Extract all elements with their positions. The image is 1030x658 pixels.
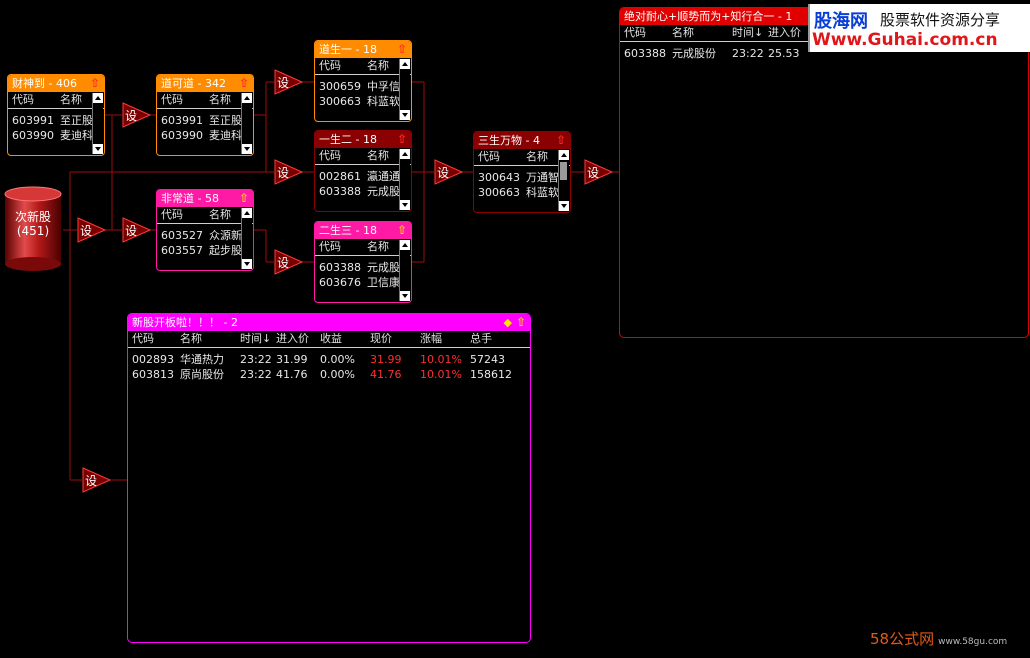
col-entry-price[interactable]: 进入价	[764, 25, 812, 41]
col-volume[interactable]: 总手	[466, 331, 522, 347]
panel-final[interactable]: 绝对耐心+顺势而为+知行合一 - 1 代码 名称 时间↓ 进入价 603388 元成股份…	[619, 7, 1029, 338]
scroll-down-icon[interactable]	[400, 291, 410, 301]
panel-title[interactable]: 财神到 - 406 ⇧	[8, 75, 104, 92]
col-code[interactable]: 代码	[474, 149, 522, 165]
up-arrow-icon[interactable]: ⇧	[397, 222, 407, 239]
scroll-down-icon[interactable]	[400, 200, 410, 210]
scroll-up-icon[interactable]	[242, 93, 252, 103]
col-code[interactable]: 代码	[157, 207, 205, 223]
scroll-up-icon[interactable]	[93, 93, 103, 103]
set-node-4[interactable]: 设	[82, 467, 112, 493]
col-price[interactable]: 现价	[366, 331, 416, 347]
col-code[interactable]: 代码	[620, 25, 668, 41]
scroll-down-icon[interactable]	[242, 144, 252, 154]
col-profit[interactable]: 收益	[316, 331, 366, 347]
table-row[interactable]: 603991 至正股	[157, 113, 253, 128]
panel-newstock[interactable]: 新股开板啦！！！ - 2 ◆ ⇧ 代码 名称 时间↓ 进入价 收益 现价 涨幅 总手…	[127, 313, 531, 643]
table-row[interactable]: 300643 万通智	[474, 170, 570, 185]
up-arrow-icon[interactable]: ⇧	[239, 190, 249, 207]
set-node-6[interactable]: 设	[274, 159, 304, 185]
panel-feichangdao[interactable]: 非常道 - 58 ⇧ 代码 名称 603527 众源新 603557 起步股	[156, 189, 254, 271]
panel-sansheng[interactable]: 三生万物 - 4 ⇧ 代码 名称 300643 万通智 300663 科蓝软	[473, 131, 571, 213]
table-row[interactable]: 603557 起步股	[157, 243, 253, 258]
scroll-up-icon[interactable]	[559, 150, 569, 160]
panel-title[interactable]: 道可道 - 342 ⇧	[157, 75, 253, 92]
up-arrow-icon[interactable]: ⇧	[397, 131, 407, 148]
scroll-down-icon[interactable]	[559, 201, 569, 211]
col-entry-price[interactable]: 进入价	[272, 331, 316, 347]
scroll-down-icon[interactable]	[93, 144, 103, 154]
table-row[interactable]: 002861 瀛通通	[315, 169, 411, 184]
panel-daoshengyi[interactable]: 道生一 - 18 ⇧ 代码 名称 300659 中孚信 300663 科蓝软	[314, 40, 412, 122]
scrollbar[interactable]	[241, 93, 252, 154]
scrollbar[interactable]	[399, 59, 410, 120]
panel-ershengsan[interactable]: 二生三 - 18 ⇧ 代码 名称 603388 元成股 603676 卫信康	[314, 221, 412, 303]
col-time[interactable]: 时间↓	[728, 25, 764, 41]
table-row[interactable]: 603388 元成股	[315, 184, 411, 199]
set-node-1[interactable]: 设	[77, 217, 107, 243]
table-row[interactable]: 603990 麦迪科	[8, 128, 104, 143]
table-row[interactable]: 603990 麦迪科	[157, 128, 253, 143]
set-node-5[interactable]: 设	[274, 69, 304, 95]
up-arrow-icon[interactable]: ⇧	[556, 132, 566, 149]
col-time[interactable]: 时间↓	[236, 331, 272, 347]
source-cylinder[interactable]: 次新股 (451)	[3, 186, 63, 272]
panel-yishenger[interactable]: 一生二 - 18 ⇧ 代码 名称 002861 瀛通通 603388 元成股	[314, 130, 412, 212]
scrollbar[interactable]	[399, 149, 410, 210]
table-row[interactable]: 300663 科蓝软	[315, 94, 411, 109]
table-row[interactable]: 002893 华通热力 23:22 31.99 0.00% 31.99 10.0…	[128, 352, 530, 367]
table-row[interactable]: 603388 元成股	[315, 260, 411, 275]
panel-title[interactable]: 一生二 - 18 ⇧	[315, 131, 411, 148]
scroll-up-icon[interactable]	[400, 149, 410, 159]
table-row[interactable]: 603991 至正股	[8, 113, 104, 128]
panel-daokedao[interactable]: 道可道 - 342 ⇧ 代码 名称 603991 至正股 603990 麦迪科	[156, 74, 254, 156]
scroll-up-icon[interactable]	[400, 240, 410, 250]
col-name[interactable]: 名称	[176, 331, 236, 347]
panel-title[interactable]: 新股开板啦！！！ - 2 ◆ ⇧	[128, 314, 530, 331]
set-node-2[interactable]: 设	[122, 102, 152, 128]
set-node-9[interactable]: 设	[584, 159, 614, 185]
panel-title[interactable]: 二生三 - 18 ⇧	[315, 222, 411, 239]
col-name[interactable]: 名称	[668, 25, 728, 41]
up-arrow-icon[interactable]: ⇧	[239, 75, 249, 92]
table-row[interactable]: 300663 科蓝软	[474, 185, 570, 200]
col-change[interactable]: 涨幅	[416, 331, 466, 347]
col-code[interactable]: 代码	[128, 331, 176, 347]
set-node-8[interactable]: 设	[434, 159, 464, 185]
up-arrow-icon[interactable]: ⇧	[397, 41, 407, 58]
scroll-thumb[interactable]	[560, 162, 567, 180]
table-row[interactable]: 300659 中孚信	[315, 79, 411, 94]
panel-title[interactable]: 道生一 - 18 ⇧	[315, 41, 411, 58]
table-row[interactable]: 603676 卫信康	[315, 275, 411, 290]
panel-title[interactable]: 三生万物 - 4 ⇧	[474, 132, 570, 149]
scrollbar[interactable]	[558, 150, 569, 211]
set-node-7[interactable]: 设	[274, 249, 304, 275]
col-code[interactable]: 代码	[315, 239, 363, 255]
scroll-up-icon[interactable]	[242, 208, 252, 218]
up-arrow-icon[interactable]: ⇧	[90, 75, 100, 92]
source-name: 次新股	[14, 210, 51, 224]
scroll-down-icon[interactable]	[400, 110, 410, 120]
source-count: (451)	[16, 224, 50, 238]
up-arrow-icon[interactable]: ⇧	[516, 314, 526, 331]
col-code[interactable]: 代码	[157, 92, 205, 108]
scrollbar[interactable]	[241, 208, 252, 269]
diamond-icon[interactable]: ◆	[504, 314, 512, 331]
table-row[interactable]: 603527 众源新	[157, 228, 253, 243]
scroll-up-icon[interactable]	[400, 59, 410, 69]
table-row[interactable]: 603813 原尚股份 23:22 41.76 0.00% 41.76 10.0…	[128, 367, 530, 382]
watermark-58gu: 58公式网 www.58gu.com	[870, 630, 1008, 648]
scrollbar[interactable]	[399, 240, 410, 301]
panel-caishen[interactable]: 财神到 - 406 ⇧ 代码 名称 603991 至正股 603990 麦迪科	[7, 74, 105, 156]
col-code[interactable]: 代码	[8, 92, 56, 108]
col-code[interactable]: 代码	[315, 58, 363, 74]
scroll-down-icon[interactable]	[242, 259, 252, 269]
scrollbar[interactable]	[92, 93, 103, 154]
watermark-guhai: 股海网 股票软件资源分享 Www.Guhai.com.cn	[808, 4, 1030, 52]
col-code[interactable]: 代码	[315, 148, 363, 164]
set-node-3[interactable]: 设	[122, 217, 152, 243]
panel-title[interactable]: 非常道 - 58 ⇧	[157, 190, 253, 207]
